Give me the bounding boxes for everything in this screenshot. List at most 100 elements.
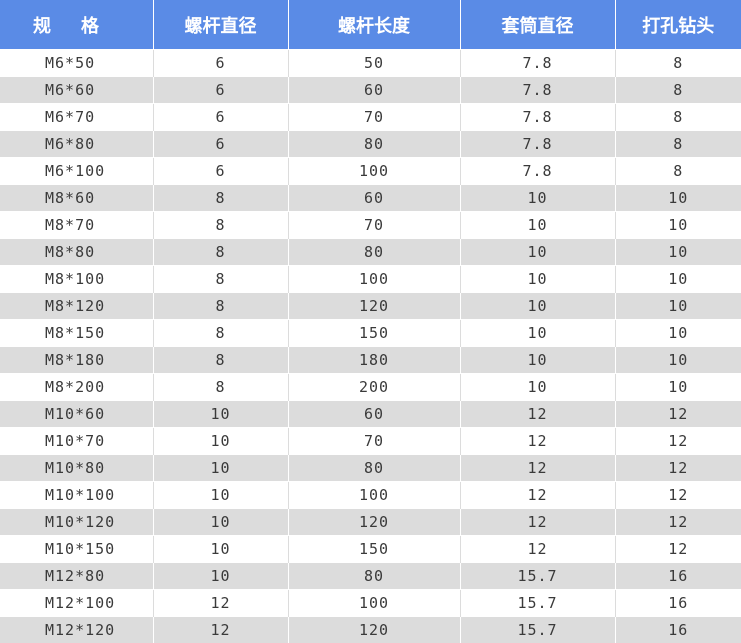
- cell-sleeve-diameter: 7.8: [460, 49, 616, 77]
- cell-screw-length: 120: [288, 616, 461, 643]
- cell-spec: M6*70: [0, 103, 154, 131]
- cell-sleeve-diameter: 12: [460, 400, 616, 428]
- cell-screw-diameter: 10: [153, 535, 289, 563]
- table-row: M6*100 6 100 7.8 8: [0, 157, 741, 185]
- cell-drill-bit: 12: [615, 535, 741, 563]
- table-row: M8*200 8 200 10 10: [0, 373, 741, 401]
- cell-sleeve-diameter: 12: [460, 454, 616, 482]
- cell-spec: M8*80: [0, 238, 154, 266]
- cell-screw-length: 70: [288, 427, 461, 455]
- cell-spec: M12*100: [0, 589, 154, 617]
- table-row: M8*60 8 60 10 10: [0, 184, 741, 212]
- spec-table-header: 规格 螺杆直径 螺杆长度 套筒直径 打孔钻头: [0, 0, 741, 50]
- cell-drill-bit: 10: [615, 265, 741, 293]
- cell-screw-length: 60: [288, 76, 461, 104]
- table-row: M6*50 6 50 7.8 8: [0, 49, 741, 77]
- cell-sleeve-diameter: 7.8: [460, 103, 616, 131]
- cell-spec: M8*150: [0, 319, 154, 347]
- table-row: M10*150 10 150 12 12: [0, 535, 741, 563]
- cell-spec: M12*80: [0, 562, 154, 590]
- cell-spec: M12*120: [0, 616, 154, 643]
- cell-screw-diameter: 10: [153, 400, 289, 428]
- cell-spec: M10*70: [0, 427, 154, 455]
- table-row: M8*180 8 180 10 10: [0, 346, 741, 374]
- cell-sleeve-diameter: 12: [460, 481, 616, 509]
- cell-drill-bit: 10: [615, 292, 741, 320]
- cell-screw-diameter: 6: [153, 157, 289, 185]
- table-row: M12*120 12 120 15.7 16: [0, 616, 741, 643]
- cell-drill-bit: 8: [615, 130, 741, 158]
- cell-spec: M8*180: [0, 346, 154, 374]
- cell-drill-bit: 10: [615, 184, 741, 212]
- cell-drill-bit: 16: [615, 562, 741, 590]
- cell-screw-length: 120: [288, 508, 461, 536]
- table-row: M8*120 8 120 10 10: [0, 292, 741, 320]
- cell-drill-bit: 8: [615, 157, 741, 185]
- cell-screw-diameter: 6: [153, 49, 289, 77]
- cell-sleeve-diameter: 10: [460, 292, 616, 320]
- cell-drill-bit: 10: [615, 319, 741, 347]
- cell-sleeve-diameter: 12: [460, 427, 616, 455]
- cell-sleeve-diameter: 7.8: [460, 130, 616, 158]
- cell-screw-diameter: 10: [153, 562, 289, 590]
- header-row: 规格 螺杆直径 螺杆长度 套筒直径 打孔钻头: [0, 0, 741, 50]
- cell-spec: M8*100: [0, 265, 154, 293]
- cell-screw-length: 100: [288, 265, 461, 293]
- cell-spec: M8*200: [0, 373, 154, 401]
- cell-screw-diameter: 6: [153, 76, 289, 104]
- cell-sleeve-diameter: 12: [460, 535, 616, 563]
- table-row: M12*100 12 100 15.7 16: [0, 589, 741, 617]
- cell-screw-length: 80: [288, 562, 461, 590]
- table-row: M10*100 10 100 12 12: [0, 481, 741, 509]
- cell-screw-diameter: 8: [153, 238, 289, 266]
- header-drill-bit: 打孔钻头: [615, 0, 741, 50]
- cell-drill-bit: 16: [615, 589, 741, 617]
- cell-drill-bit: 8: [615, 76, 741, 104]
- cell-sleeve-diameter: 10: [460, 373, 616, 401]
- cell-screw-diameter: 8: [153, 319, 289, 347]
- cell-sleeve-diameter: 10: [460, 346, 616, 374]
- cell-screw-diameter: 10: [153, 481, 289, 509]
- cell-screw-length: 80: [288, 454, 461, 482]
- table-row: M10*120 10 120 12 12: [0, 508, 741, 536]
- cell-screw-length: 100: [288, 157, 461, 185]
- cell-spec: M6*60: [0, 76, 154, 104]
- cell-drill-bit: 10: [615, 238, 741, 266]
- cell-screw-length: 150: [288, 319, 461, 347]
- cell-screw-length: 200: [288, 373, 461, 401]
- cell-sleeve-diameter: 7.8: [460, 157, 616, 185]
- cell-sleeve-diameter: 10: [460, 238, 616, 266]
- table-row: M6*60 6 60 7.8 8: [0, 76, 741, 104]
- cell-screw-length: 100: [288, 481, 461, 509]
- cell-screw-diameter: 6: [153, 130, 289, 158]
- cell-screw-length: 120: [288, 292, 461, 320]
- cell-sleeve-diameter: 10: [460, 211, 616, 239]
- table-row: M8*70 8 70 10 10: [0, 211, 741, 239]
- table-row: M8*100 8 100 10 10: [0, 265, 741, 293]
- cell-drill-bit: 8: [615, 103, 741, 131]
- table-row: M10*60 10 60 12 12: [0, 400, 741, 428]
- cell-drill-bit: 12: [615, 400, 741, 428]
- table-row: M6*70 6 70 7.8 8: [0, 103, 741, 131]
- cell-screw-length: 70: [288, 103, 461, 131]
- cell-drill-bit: 10: [615, 373, 741, 401]
- cell-sleeve-diameter: 10: [460, 184, 616, 212]
- cell-sleeve-diameter: 15.7: [460, 616, 616, 643]
- cell-screw-diameter: 12: [153, 616, 289, 643]
- cell-spec: M10*150: [0, 535, 154, 563]
- header-screw-length: 螺杆长度: [288, 0, 461, 50]
- cell-screw-diameter: 8: [153, 265, 289, 293]
- cell-spec: M10*80: [0, 454, 154, 482]
- table-row: M8*80 8 80 10 10: [0, 238, 741, 266]
- cell-screw-diameter: 10: [153, 508, 289, 536]
- cell-drill-bit: 12: [615, 481, 741, 509]
- cell-sleeve-diameter: 15.7: [460, 589, 616, 617]
- cell-drill-bit: 10: [615, 211, 741, 239]
- cell-spec: M6*100: [0, 157, 154, 185]
- cell-screw-diameter: 8: [153, 292, 289, 320]
- cell-screw-diameter: 8: [153, 373, 289, 401]
- header-spec: 规格: [0, 0, 154, 50]
- cell-drill-bit: 16: [615, 616, 741, 643]
- cell-screw-diameter: 8: [153, 211, 289, 239]
- cell-screw-length: 80: [288, 238, 461, 266]
